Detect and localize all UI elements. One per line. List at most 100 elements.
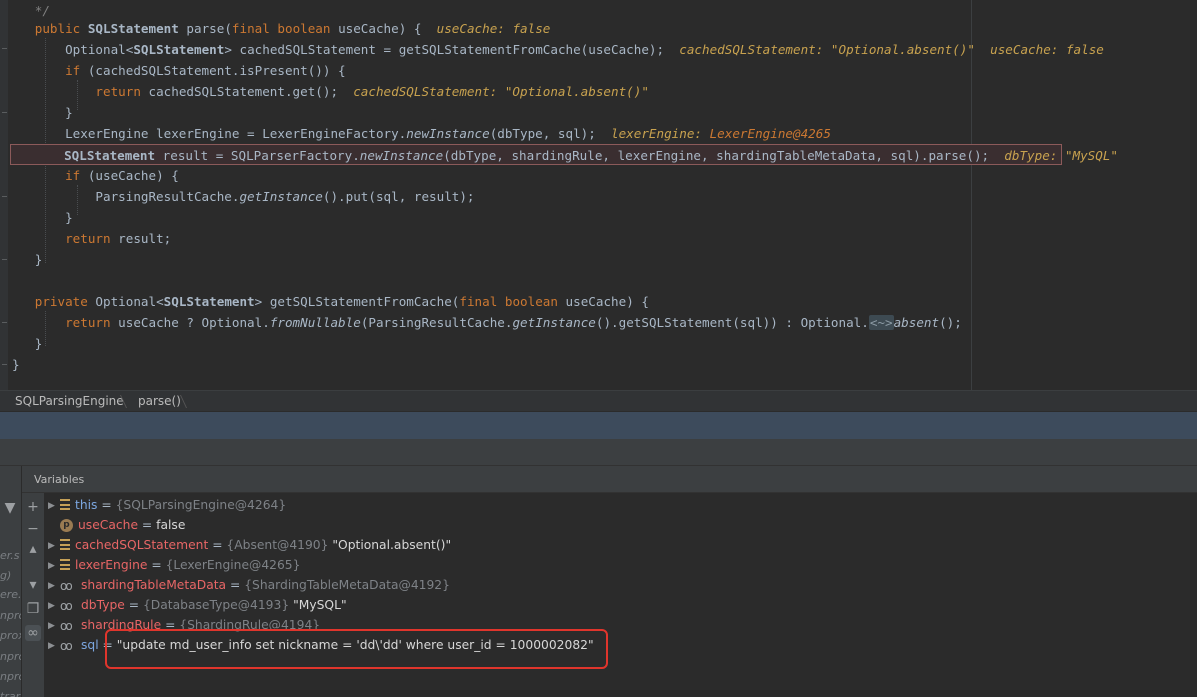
code-token: Optional< — [12, 42, 134, 57]
code-token: newInstance — [406, 126, 490, 141]
code-token: getInstance — [239, 189, 323, 204]
frame-label-fragment[interactable]: g) — [0, 569, 11, 582]
variable-row[interactable]: ▶ oo dbType = {DatabaseType@4193} "MySQL" — [48, 595, 347, 615]
inline-debug-value: LexerEngine@4265 — [709, 126, 831, 141]
parameter-icon: p — [60, 519, 73, 532]
inline-debug-value: dbType: "MySQL" — [1004, 148, 1119, 163]
code-token: LexerEngine lexerEngine = LexerEngineFac… — [12, 126, 407, 141]
expand-arrow-icon[interactable]: ▶ — [48, 556, 60, 576]
watch-glasses-icon: oo — [60, 598, 73, 613]
code-line[interactable]: LexerEngine lexerEngine = LexerEngineFac… — [0, 123, 831, 144]
debug-tool-window-header — [0, 412, 1197, 439]
object-reference: {Absent@4190} — [226, 538, 329, 552]
code-line[interactable]: if (cachedSQLStatement.isPresent()) { — [0, 60, 346, 81]
copy-icon[interactable]: ❐ — [25, 601, 41, 617]
code-line[interactable]: if (useCache) { — [0, 165, 179, 186]
code-line[interactable]: return result; — [0, 228, 171, 249]
object-reference: {LexerEngine@4265} — [165, 558, 301, 572]
expand-arrow-icon[interactable]: ▶ — [48, 616, 60, 636]
breadcrumb-item-class[interactable]: SQLParsingEngine — [15, 391, 124, 412]
code-line[interactable]: return useCache ? Optional.fromNullable(… — [0, 312, 962, 333]
field-list-icon — [60, 499, 70, 510]
code-line[interactable]: return cachedSQLStatement.get(); cachedS… — [0, 81, 649, 102]
object-reference: {SQLParsingEngine@4264} — [115, 498, 287, 512]
variable-row[interactable]: ▶ cachedSQLStatement = {Absent@4190} "Opt… — [48, 535, 451, 555]
breadcrumb: SQLParsingEngine parse() — [0, 390, 1197, 411]
fold-marker-icon[interactable] — [2, 322, 7, 323]
equals-sign: = — [97, 498, 116, 512]
code-line-current-execution[interactable]: SQLStatement result = SQLParserFactory.n… — [10, 144, 1118, 165]
frame-label-fragment[interactable]: trar — [0, 690, 20, 697]
expand-arrow-icon[interactable]: ▶ — [48, 496, 60, 516]
code-line[interactable]: private Optional<SQLStatement> getSQLSta… — [0, 291, 649, 312]
frame-label-fragment[interactable]: prox — [0, 629, 21, 642]
add-watch-icon[interactable]: + — [25, 499, 41, 515]
code-line[interactable]: } — [0, 207, 73, 228]
frame-label-fragment[interactable]: ere. — [0, 588, 21, 601]
code-token: useCache) { — [565, 294, 649, 309]
code-line[interactable]: } — [0, 333, 43, 354]
equals-sign: = — [147, 558, 166, 572]
variable-value: "MySQL" — [289, 598, 347, 612]
debug-toolbar — [0, 439, 1197, 466]
frame-label-fragment[interactable]: npro — [0, 650, 21, 663]
variable-value: false — [156, 518, 186, 532]
code-line[interactable]: } — [0, 102, 73, 123]
code-token: SQLStatement — [87, 21, 179, 36]
move-up-icon[interactable]: ▴ — [25, 541, 41, 557]
variable-row[interactable]: ▶ this = {SQLParsingEngine@4264} — [48, 495, 286, 515]
code-token: } — [12, 252, 43, 267]
remove-watch-icon[interactable]: − — [25, 521, 41, 537]
frame-label-fragment[interactable]: npro — [0, 670, 21, 683]
watches-toggle-icon[interactable]: ∞ — [25, 625, 41, 641]
frame-label-fragment[interactable]: npro — [0, 609, 21, 622]
code-token: ().getSQLStatement(sql)) : Optional. — [595, 315, 869, 330]
variables-toolbar: + − ▴ ▾ ❐ ∞ — [22, 493, 44, 697]
variables-panel-header: Variables — [22, 466, 1197, 493]
code-line[interactable]: public SQLStatement parse(final boolean … — [0, 18, 551, 39]
variable-row[interactable]: ▶ lexerEngine = {LexerEngine@4265} — [48, 555, 300, 575]
watch-glasses-icon: oo — [60, 578, 73, 593]
expand-arrow-icon[interactable]: ▶ — [48, 536, 60, 556]
code-token: } — [12, 336, 43, 351]
fold-marker-icon[interactable] — [2, 259, 7, 260]
expand-arrow-icon[interactable]: ▶ — [48, 596, 60, 616]
variable-name: this — [75, 498, 98, 512]
fold-marker-icon[interactable] — [2, 196, 7, 197]
code-token: useCache) { — [338, 21, 437, 36]
move-down-icon[interactable]: ▾ — [25, 577, 41, 593]
equals-sign: = — [208, 538, 227, 552]
variable-value: "Optional.absent()" — [328, 538, 452, 552]
code-token: ().put(sql, result); — [322, 189, 475, 204]
expand-arrow-icon[interactable]: ▶ — [48, 636, 60, 656]
variable-row[interactable]: ▶ oo shardingTableMetaData = {ShardingTabl… — [48, 575, 450, 595]
variable-row[interactable]: p useCache = false — [48, 515, 185, 535]
expand-arrow-icon[interactable]: ▶ — [48, 576, 60, 596]
filter-icon[interactable]: ▼ — [2, 500, 18, 516]
code-line[interactable]: Optional<SQLStatement> cachedSQLStatemen… — [0, 39, 1104, 60]
code-token: return — [65, 315, 119, 330]
equals-sign: = — [124, 598, 143, 612]
fold-marker-icon[interactable] — [2, 364, 7, 365]
code-token: (); — [939, 315, 962, 330]
code-token: SQLStatement — [64, 148, 156, 163]
frame-label-fragment[interactable]: er.s — [0, 549, 20, 562]
inline-debug-value: cachedSQLStatement: "Optional.absent()" … — [679, 42, 1104, 57]
fold-marker-icon[interactable] — [2, 48, 7, 49]
code-token: newInstance — [359, 148, 444, 163]
code-token: } — [12, 105, 73, 120]
code-token: if — [65, 63, 88, 78]
code-line[interactable] — [0, 270, 12, 291]
object-reference: {ShardingTableMetaData@4192} — [244, 578, 450, 592]
code-token: (useCache) { — [87, 168, 179, 183]
variable-name: lexerEngine — [75, 558, 148, 572]
code-line[interactable]: ParsingResultCache.getInstance().put(sql… — [0, 186, 475, 207]
code-token: SQLStatement — [133, 42, 225, 57]
fold-marker-icon[interactable] — [2, 112, 7, 113]
code-token: absent — [893, 315, 940, 330]
code-editor[interactable]: */ public SQLStatement parse(final boole… — [0, 0, 1197, 390]
code-token: (dbType, sql); — [489, 126, 612, 141]
